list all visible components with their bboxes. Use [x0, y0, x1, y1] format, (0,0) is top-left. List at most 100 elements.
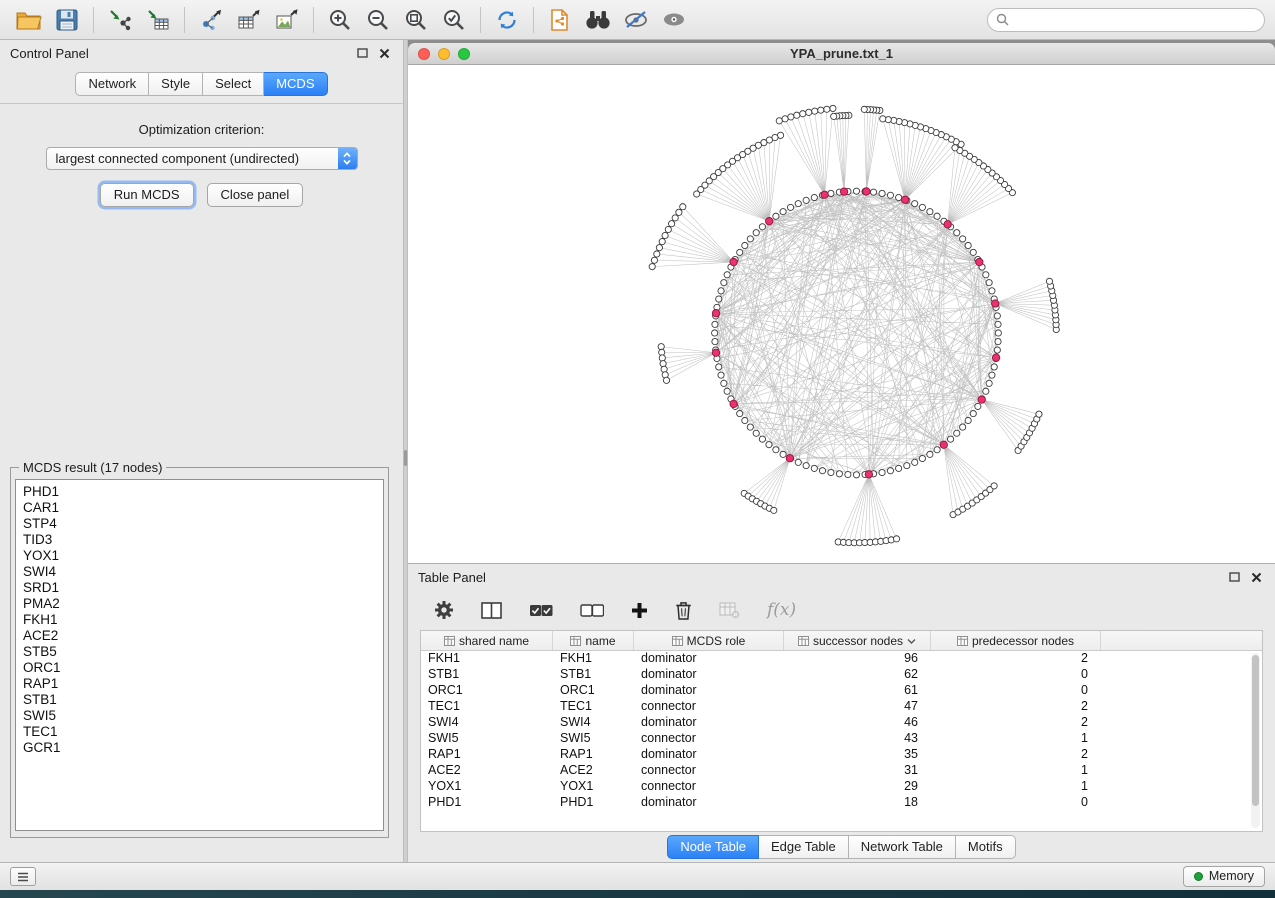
cell-shared-name: STB1 [421, 667, 553, 683]
tab-style[interactable]: Style [149, 72, 203, 96]
mcds-result-item[interactable]: STB5 [23, 644, 383, 660]
zoom-fit-button[interactable] [397, 4, 435, 36]
search-box[interactable] [987, 8, 1265, 32]
mcds-result-item[interactable]: TID3 [23, 532, 383, 548]
mcds-result-item[interactable]: STB1 [23, 692, 383, 708]
window-close-button[interactable] [418, 48, 430, 60]
column-type-icon [672, 636, 683, 646]
column-header-name[interactable]: name [553, 631, 634, 650]
tab-node-table[interactable]: Node Table [667, 835, 759, 859]
mcds-result-item[interactable]: CAR1 [23, 500, 383, 516]
mcds-result-item[interactable]: RAP1 [23, 676, 383, 692]
close-table-panel-button[interactable] [1247, 569, 1265, 585]
zoom-selected-button[interactable] [435, 4, 473, 36]
table-row[interactable]: ACE2ACE2connector311 [421, 763, 1262, 779]
select-all-button[interactable] [529, 604, 553, 617]
delete-table-button[interactable] [719, 602, 740, 619]
table-row[interactable]: SWI4SWI4dominator462 [421, 715, 1262, 731]
column-label: shared name [459, 634, 529, 648]
table-header-row: shared name nameMCDS rolesuccessor nodesp… [421, 631, 1262, 651]
memory-button[interactable]: Memory [1183, 866, 1265, 887]
network-titlebar[interactable]: YPA_prune.txt_1 [408, 43, 1275, 65]
mcds-result-item[interactable]: GCR1 [23, 740, 383, 756]
table-row[interactable]: ORC1ORC1dominator610 [421, 683, 1262, 699]
mcds-result-item[interactable]: PMA2 [23, 596, 383, 612]
run-mcds-button[interactable]: Run MCDS [100, 183, 194, 207]
column-header-predecessor-nodes[interactable]: predecessor nodes [931, 631, 1101, 650]
table-row[interactable]: STB1STB1dominator620 [421, 667, 1262, 683]
network-graph[interactable] [408, 65, 1275, 563]
zoom-in-button[interactable] [321, 4, 359, 36]
float-panel-button[interactable] [353, 45, 371, 61]
show-graphics-details-button[interactable] [655, 4, 693, 36]
export-network-button[interactable] [192, 4, 230, 36]
criterion-dropdown[interactable]: largest connected component (undirected) [46, 147, 358, 170]
table-scrollbar[interactable] [1251, 653, 1260, 828]
open-session-button[interactable] [10, 4, 48, 36]
window-minimize-button[interactable] [438, 48, 450, 60]
export-image-button[interactable] [268, 4, 306, 36]
tab-mcds[interactable]: MCDS [264, 72, 327, 96]
table-body: FKH1FKH1dominator962STB1STB1dominator620… [421, 651, 1262, 811]
mcds-result-item[interactable]: SWI4 [23, 564, 383, 580]
tab-edge-table[interactable]: Edge Table [759, 835, 849, 859]
mcds-result-item[interactable]: SWI5 [23, 708, 383, 724]
mcds-result-item[interactable]: ACE2 [23, 628, 383, 644]
show-column-button[interactable] [481, 602, 502, 619]
column-header-shared-name[interactable]: shared name [421, 631, 553, 650]
cell-predecessor-nodes: 0 [931, 795, 1101, 811]
table-row[interactable]: TEC1TEC1connector472 [421, 699, 1262, 715]
create-column-button[interactable] [631, 602, 648, 619]
delete-column-button[interactable] [675, 600, 692, 620]
table-row[interactable]: YOX1YOX1connector291 [421, 779, 1262, 795]
table-row[interactable]: SWI5SWI5connector431 [421, 731, 1262, 747]
close-panel-button[interactable]: Close panel [207, 183, 304, 207]
function-builder-button[interactable]: f(x) [767, 600, 796, 620]
mcds-result-item[interactable]: ORC1 [23, 660, 383, 676]
tab-motifs[interactable]: Motifs [956, 835, 1016, 859]
mcds-result-item[interactable]: FKH1 [23, 612, 383, 628]
tab-network-table[interactable]: Network Table [849, 835, 956, 859]
close-panel-x-button[interactable] [375, 45, 393, 61]
table-options-button[interactable] [434, 600, 454, 620]
mcds-result-item[interactable]: PHD1 [23, 484, 383, 500]
column-header-successor-nodes[interactable]: successor nodes [784, 631, 931, 650]
cell-successor-nodes: 43 [784, 731, 931, 747]
float-table-panel-button[interactable] [1225, 569, 1243, 585]
export-image-icon [274, 8, 300, 32]
zoom-out-button[interactable] [359, 4, 397, 36]
divider-grip[interactable] [404, 450, 407, 466]
export-table-button[interactable] [230, 4, 268, 36]
save-session-button[interactable] [48, 4, 86, 36]
table-row[interactable]: FKH1FKH1dominator962 [421, 651, 1262, 667]
column-type-icon [444, 636, 455, 646]
table-row[interactable]: RAP1RAP1dominator352 [421, 747, 1262, 763]
search-input[interactable] [1014, 13, 1256, 27]
table-panel-title: Table Panel [418, 570, 486, 585]
first-neighbors-button[interactable] [579, 4, 617, 36]
scrollbar-thumb[interactable] [1252, 655, 1259, 806]
mcds-result-item[interactable]: TEC1 [23, 724, 383, 740]
cell-successor-nodes: 29 [784, 779, 931, 795]
column-header-MCDS-role[interactable]: MCDS role [634, 631, 784, 650]
network-canvas[interactable] [408, 65, 1275, 563]
import-table-button[interactable] [139, 4, 177, 36]
table-row[interactable]: PHD1PHD1dominator180 [421, 795, 1262, 811]
cell-successor-nodes: 46 [784, 715, 931, 731]
import-network-button[interactable] [101, 4, 139, 36]
mcds-result-list[interactable]: PHD1CAR1STP4TID3YOX1SWI4SRD1PMA2FKH1ACE2… [15, 479, 384, 831]
share-document-button[interactable] [541, 4, 579, 36]
deselect-all-button[interactable] [580, 604, 604, 617]
status-menu-button[interactable] [10, 867, 36, 886]
mcds-result-item[interactable]: YOX1 [23, 548, 383, 564]
hide-graphics-details-button[interactable] [617, 4, 655, 36]
mcds-result-item[interactable]: STP4 [23, 516, 383, 532]
window-zoom-button[interactable] [458, 48, 470, 60]
mcds-result-item[interactable]: SRD1 [23, 580, 383, 596]
cell-MCDS-role: dominator [634, 667, 784, 683]
cell-shared-name: YOX1 [421, 779, 553, 795]
tab-network[interactable]: Network [75, 72, 149, 96]
refresh-button[interactable] [488, 4, 526, 36]
cell-MCDS-role: connector [634, 699, 784, 715]
tab-select[interactable]: Select [203, 72, 264, 96]
